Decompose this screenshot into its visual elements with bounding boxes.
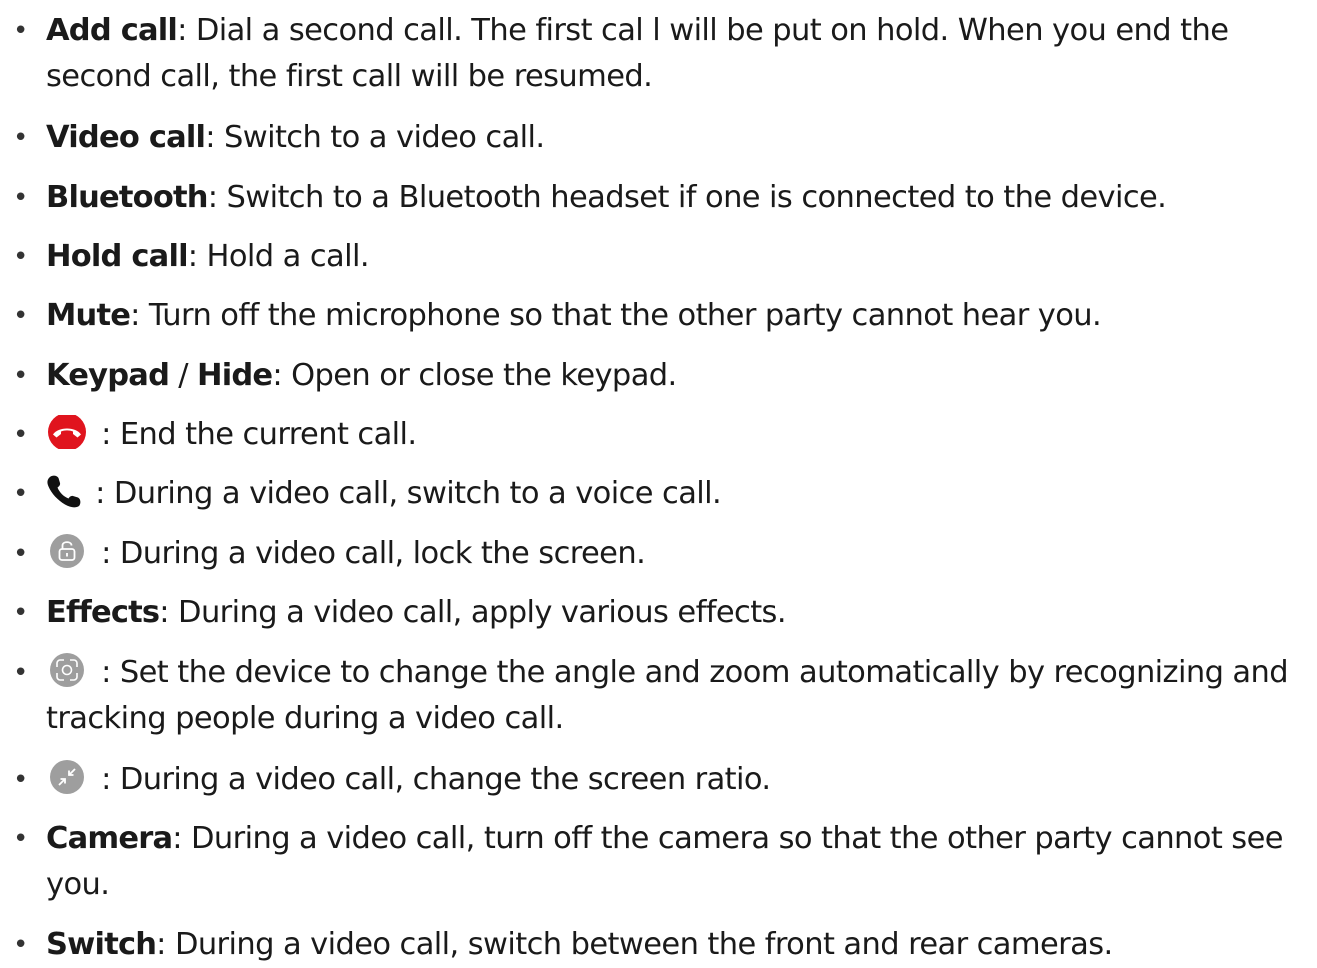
bullet: • [13,539,28,569]
item-text: : During a video call, change the screen… [46,757,1290,803]
list-item-camera: • Camera: During a video call, turn off … [0,816,1300,908]
bullet: • [13,420,28,450]
bullet: • [13,479,28,509]
item-description: : Turn off the microphone so that the ot… [130,298,1102,333]
item-term: Switch [46,927,157,962]
list-item-end-call: • : End the current call. [0,412,1300,458]
item-description: : Open or close the keypad. [272,358,677,393]
bullet: • [13,242,28,272]
item-description: : Switch to a video call. [205,120,545,155]
item-text: Hold call: Hold a call. [46,234,1290,280]
bullet: • [13,361,28,391]
list-item-keypad-hide: • Keypad / Hide: Open or close the keypa… [0,353,1300,399]
item-description: : During a video call, change the screen… [92,762,771,797]
list-item-switch: • Switch: During a video call, switch be… [0,922,1300,968]
item-description: : Set the device to change the angle and… [46,655,1289,736]
item-text: Add call: Dial a second call. The first … [46,8,1290,100]
item-text: Video call: Switch to a video call. [46,115,1290,161]
item-text: Effects: During a video call, apply vari… [46,590,1290,636]
bullet: • [13,598,28,628]
bullet: • [13,765,28,795]
item-description: : Hold a call. [187,239,370,274]
item-term: Hold call [46,239,189,274]
auto-framing-icon [46,653,90,687]
lock-screen-icon [46,534,90,568]
bullet: • [13,301,28,331]
item-description: : During a video call, turn off the came… [46,821,1284,902]
item-term: Keypad [46,358,170,393]
item-text: Switch: During a video call, switch betw… [46,922,1290,968]
item-text: Mute: Turn off the microphone so that th… [46,293,1290,339]
item-text: Camera: During a video call, turn off th… [46,816,1290,908]
item-description: : End the current call. [92,417,417,452]
list-item-auto-framing: • : Set the device to change the angle a… [0,650,1300,742]
item-separator: / [169,358,197,393]
item-term-2: Hide [197,358,273,393]
list-item-video-call: • Video call: Switch to a video call. [0,115,1300,161]
item-text: Keypad / Hide: Open or close the keypad. [46,353,1290,399]
item-text: : Set the device to change the angle and… [46,650,1290,742]
item-text: : During a video call, lock the screen. [46,531,1290,577]
bullet: • [13,658,28,688]
list-item-mute: • Mute: Turn off the microphone so that … [0,293,1300,339]
item-text: : During a video call, switch to a voice… [46,471,1290,517]
bullet: • [13,183,28,213]
item-description: : Dial a second call. The first cal l wi… [46,13,1229,94]
item-term: Video call [46,120,206,155]
item-description: : During a video call, switch between th… [156,927,1113,962]
list-item-hold-call: • Hold call: Hold a call. [0,234,1300,280]
list-item-voice-call: • : During a video call, switch to a voi… [0,471,1300,517]
bullet: • [13,123,28,153]
item-term: Bluetooth [46,180,208,215]
item-description: : During a video call, lock the screen. [92,536,646,571]
bullet: • [13,16,28,46]
screen-ratio-icon [46,760,90,794]
end-call-icon [46,415,90,449]
voice-call-icon [46,474,84,508]
item-description: : During a video call, switch to a voice… [86,476,722,511]
list-item-screen-ratio: • : During a video call, change the scre… [0,757,1300,803]
item-description: : Switch to a Bluetooth headset if one i… [207,180,1167,215]
list-item-lock-screen: • : During a video call, lock the screen… [0,531,1300,577]
list-item-bluetooth: • Bluetooth: Switch to a Bluetooth heads… [0,175,1300,221]
bullet: • [13,824,28,854]
list-item-add-call: • Add call: Dial a second call. The firs… [0,8,1300,100]
item-term: Mute [46,298,131,333]
item-text: Bluetooth: Switch to a Bluetooth headset… [46,175,1290,221]
list-item-effects: • Effects: During a video call, apply va… [0,590,1300,636]
item-text: : End the current call. [46,412,1290,458]
item-term: Add call [46,13,178,48]
item-term: Camera [46,821,173,856]
item-description: : During a video call, apply various eff… [159,595,786,630]
bullet: • [13,930,28,960]
item-term: Effects [46,595,160,630]
